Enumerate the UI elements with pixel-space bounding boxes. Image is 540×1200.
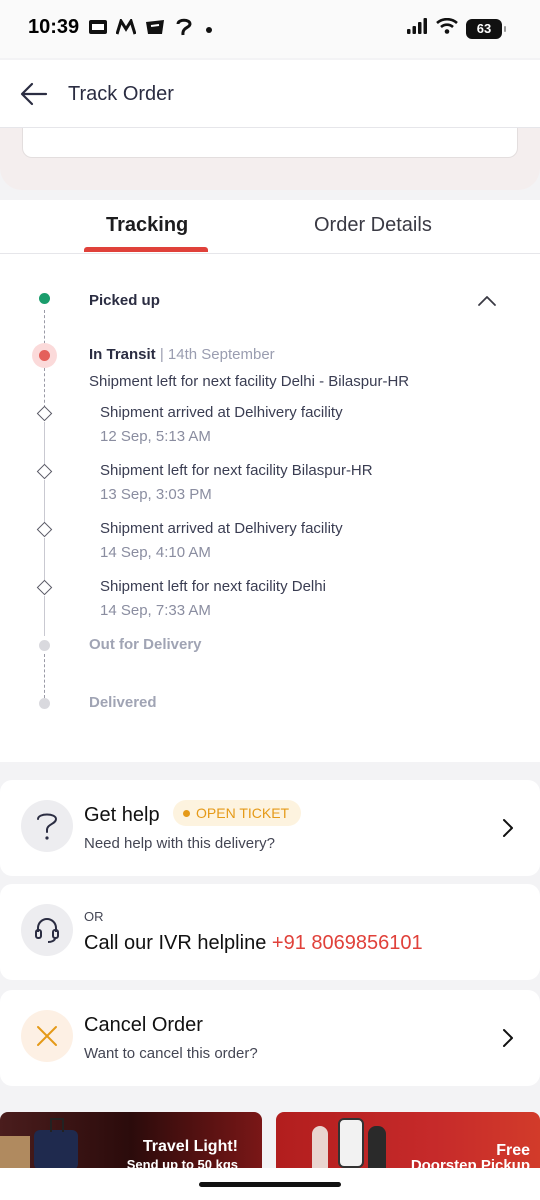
- get-help-title: Get help: [84, 804, 160, 826]
- wifi-icon: [436, 17, 458, 39]
- event-time: 12 Sep, 5:13 AM: [100, 428, 211, 445]
- help-icon-circle: [21, 800, 73, 852]
- notification-icons: [88, 17, 212, 42]
- badge-dot: [183, 809, 190, 817]
- smartphone-image: [338, 1118, 364, 1168]
- cancel-order-chevron[interactable]: [500, 1027, 516, 1049]
- home-indicator[interactable]: [199, 1182, 341, 1187]
- event-diamond: [36, 521, 53, 538]
- get-help-chevron[interactable]: [500, 817, 516, 839]
- ivr-phone-number[interactable]: +91 8069856101: [272, 932, 423, 954]
- more-notifications-dot: [206, 27, 212, 33]
- out-for-delivery-dot: [39, 640, 50, 651]
- tracking-card: Tracking Order Details Picked up In Tran…: [0, 200, 540, 762]
- event-title: Shipment arrived at Delhivery facility: [100, 404, 343, 421]
- battery-icon: 63: [466, 18, 506, 39]
- open-ticket-badge: OPEN TICKET: [173, 800, 302, 826]
- event-title: Shipment left for next facility Bilaspur…: [100, 462, 373, 479]
- courier-image: [368, 1126, 386, 1168]
- support-icon-circle: [21, 904, 73, 956]
- stage-delivered: Delivered: [89, 694, 157, 711]
- close-icon: [37, 1026, 57, 1046]
- chevron-up-icon: [478, 296, 496, 306]
- cancel-icon-circle: [21, 1010, 73, 1062]
- event-time: 14 Sep, 7:33 AM: [100, 602, 211, 619]
- timeline-connector: [44, 654, 45, 698]
- cancel-order-subtitle: Want to cancel this order?: [84, 1045, 258, 1062]
- event-time: 14 Sep, 4:10 AM: [100, 544, 211, 561]
- get-help-subtitle: Need help with this delivery?: [84, 835, 275, 852]
- promo-banner-pickup[interactable]: Free Doorstep Pickup: [276, 1112, 540, 1168]
- banner-subtitle: Send up to 50 kgs: [126, 1157, 238, 1168]
- event-diamond: [36, 405, 53, 422]
- picked-up-dot: [39, 293, 50, 304]
- or-label: OR: [84, 909, 104, 924]
- arrow-left-icon: [20, 82, 48, 106]
- parcel-box-image: [0, 1136, 30, 1168]
- event-time: 13 Sep, 3:03 PM: [100, 486, 212, 503]
- app-header: Track Order: [0, 60, 540, 128]
- page-title: Track Order: [68, 83, 174, 105]
- event-title: Shipment left for next facility Delhi: [100, 578, 326, 595]
- event-title: Shipment arrived at Delhivery facility: [100, 520, 343, 537]
- delivered-dot: [39, 698, 50, 709]
- stage-picked-up: Picked up: [89, 292, 160, 309]
- suitcase-image: [34, 1118, 78, 1168]
- ajio-icon: [144, 18, 166, 42]
- active-tab-indicator: [84, 247, 208, 252]
- tab-order-details[interactable]: Order Details: [314, 214, 432, 237]
- timeline-connector: [44, 480, 45, 524]
- status-bar: 10:39 63: [0, 0, 540, 58]
- chevron-right-icon: [503, 1029, 513, 1047]
- stage-in-transit-label: In Transit: [89, 346, 156, 363]
- status-time: 10:39: [28, 16, 80, 38]
- timeline-connector: [44, 538, 45, 582]
- in-transit-subtitle: Shipment left for next facility Delhi - …: [89, 373, 410, 390]
- hm-icon: [88, 19, 108, 41]
- swiggy-icon: [174, 18, 194, 42]
- system-icons: 63: [406, 17, 506, 39]
- banner-title: Travel Light!: [142, 1138, 238, 1155]
- timeline-connector: [44, 422, 45, 466]
- promo-banner-travel[interactable]: Travel Light! Send up to 50 kgs: [0, 1112, 262, 1168]
- timeline-connector: [44, 596, 45, 636]
- get-help-card[interactable]: Get help OPEN TICKET Need help with this…: [0, 780, 540, 876]
- chevron-right-icon: [503, 819, 513, 837]
- headset-icon: [35, 918, 59, 943]
- stage-in-transit: In Transit | 14th September: [89, 346, 275, 363]
- cancel-order-title: Cancel Order: [84, 1014, 203, 1036]
- collapse-toggle[interactable]: [476, 294, 498, 308]
- banner-subtitle: Doorstep Pickup: [410, 1157, 530, 1168]
- back-button[interactable]: [16, 78, 52, 110]
- stage-in-transit-date: | 14th September: [155, 346, 275, 363]
- tab-tracking[interactable]: Tracking: [106, 214, 188, 237]
- order-summary-card: [22, 128, 518, 158]
- event-diamond: [36, 463, 53, 480]
- question-icon: [37, 813, 58, 840]
- event-diamond: [36, 579, 53, 596]
- signal-icon: [406, 18, 428, 39]
- timeline-connector: [44, 368, 45, 408]
- open-ticket-label: OPEN TICKET: [196, 805, 290, 821]
- ivr-title-text: Call our IVR helpline: [84, 932, 267, 954]
- stage-out-for-delivery: Out for Delivery: [89, 636, 202, 653]
- customer-image: [312, 1126, 328, 1168]
- cancel-order-card[interactable]: Cancel Order Want to cancel this order?: [0, 990, 540, 1086]
- ivr-title: Call our IVR helpline +91 8069856101: [84, 932, 423, 955]
- order-summary-panel: [0, 128, 540, 190]
- myntra-icon: [115, 17, 137, 41]
- tab-bar: Tracking Order Details: [0, 200, 540, 254]
- in-transit-dot: [32, 343, 57, 368]
- ivr-helpline-card[interactable]: OR Call our IVR helpline +91 8069856101: [0, 884, 540, 980]
